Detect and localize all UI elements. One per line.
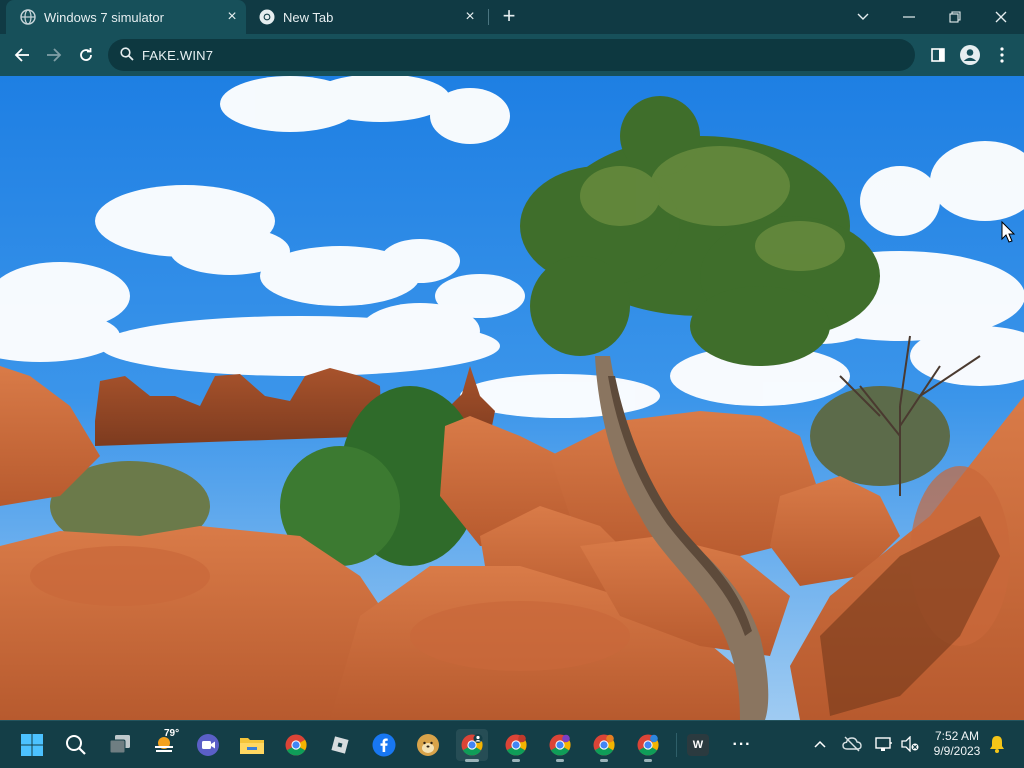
globe-icon — [20, 9, 36, 25]
open-window-indicator — [512, 759, 520, 762]
network-ethernet-icon[interactable] — [874, 734, 894, 754]
chrome-icon — [259, 9, 275, 25]
browser-menu-icon[interactable] — [990, 43, 1014, 67]
chrome-profile-icon[interactable] — [500, 729, 532, 761]
taskbar: W ··· — [0, 720, 1024, 768]
tab-new-tab[interactable]: New Tab × — [248, 0, 486, 34]
open-window-indicator — [556, 759, 564, 762]
restore-icon[interactable] — [942, 4, 968, 30]
show-hidden-icons-chevron-icon[interactable] — [810, 734, 830, 754]
chrome-icon[interactable] — [280, 729, 312, 761]
notification-bell-icon[interactable] — [987, 734, 1007, 754]
word-icon[interactable]: W — [682, 729, 714, 761]
minimize-icon[interactable] — [896, 4, 922, 30]
clock-time: 7:52 AM — [934, 729, 980, 743]
search-icon — [120, 47, 134, 66]
tab-strip: Windows 7 simulator × New Tab × + — [0, 0, 1024, 34]
doge-icon[interactable] — [412, 729, 444, 761]
reload-icon[interactable] — [74, 43, 98, 67]
chrome-profile-icon[interactable] — [456, 729, 488, 761]
close-tab-icon[interactable]: × — [224, 9, 240, 25]
task-view-icon[interactable] — [104, 729, 136, 761]
tab-separator — [488, 9, 489, 25]
forward-icon[interactable] — [42, 43, 66, 67]
close-tab-icon[interactable]: × — [462, 9, 478, 25]
open-window-indicator — [644, 759, 652, 762]
close-window-icon[interactable] — [988, 4, 1014, 30]
volume-muted-icon[interactable] — [900, 734, 920, 754]
more-icon[interactable]: ··· — [726, 729, 758, 761]
clock-date: 9/9/2023 — [933, 744, 981, 758]
new-tab-button[interactable]: + — [497, 5, 521, 29]
browser-toolbar: FAKE.WIN7 — [0, 34, 1024, 76]
cloud-offline-icon[interactable] — [842, 734, 862, 754]
open-window-indicator — [600, 759, 608, 762]
profile-avatar-icon[interactable] — [958, 43, 982, 67]
more-glyph: ··· — [732, 736, 752, 753]
desktop-wallpaper — [0, 76, 1024, 720]
tab-search-icon[interactable] — [850, 4, 876, 30]
system-clock[interactable]: 7:52 AM 9/9/2023 — [924, 729, 990, 759]
chrome-profile-icon[interactable] — [544, 729, 576, 761]
tab-windows-7-simulator[interactable]: Windows 7 simulator × — [6, 0, 246, 34]
weather-temperature: 79° — [164, 728, 180, 739]
side-panel-icon[interactable] — [926, 43, 950, 67]
back-icon[interactable] — [10, 43, 34, 67]
active-window-indicator — [465, 759, 479, 762]
tab-title: New Tab — [283, 10, 334, 25]
search-icon[interactable] — [60, 729, 92, 761]
teams-meet-icon[interactable] — [192, 729, 224, 761]
address-text[interactable]: FAKE.WIN7 — [142, 48, 213, 63]
taskbar-separator — [676, 733, 677, 757]
address-bar[interactable]: FAKE.WIN7 — [108, 39, 915, 71]
chrome-profile-icon[interactable] — [588, 729, 620, 761]
facebook-icon[interactable] — [368, 729, 400, 761]
start-windows-icon[interactable] — [16, 729, 48, 761]
wallpaper-landscape — [0, 76, 1024, 720]
roblox-icon[interactable] — [324, 729, 356, 761]
tab-title: Windows 7 simulator — [44, 10, 164, 25]
word-letter: W — [687, 734, 709, 756]
chrome-profile-icon[interactable] — [632, 729, 664, 761]
file-explorer-icon[interactable] — [236, 729, 268, 761]
